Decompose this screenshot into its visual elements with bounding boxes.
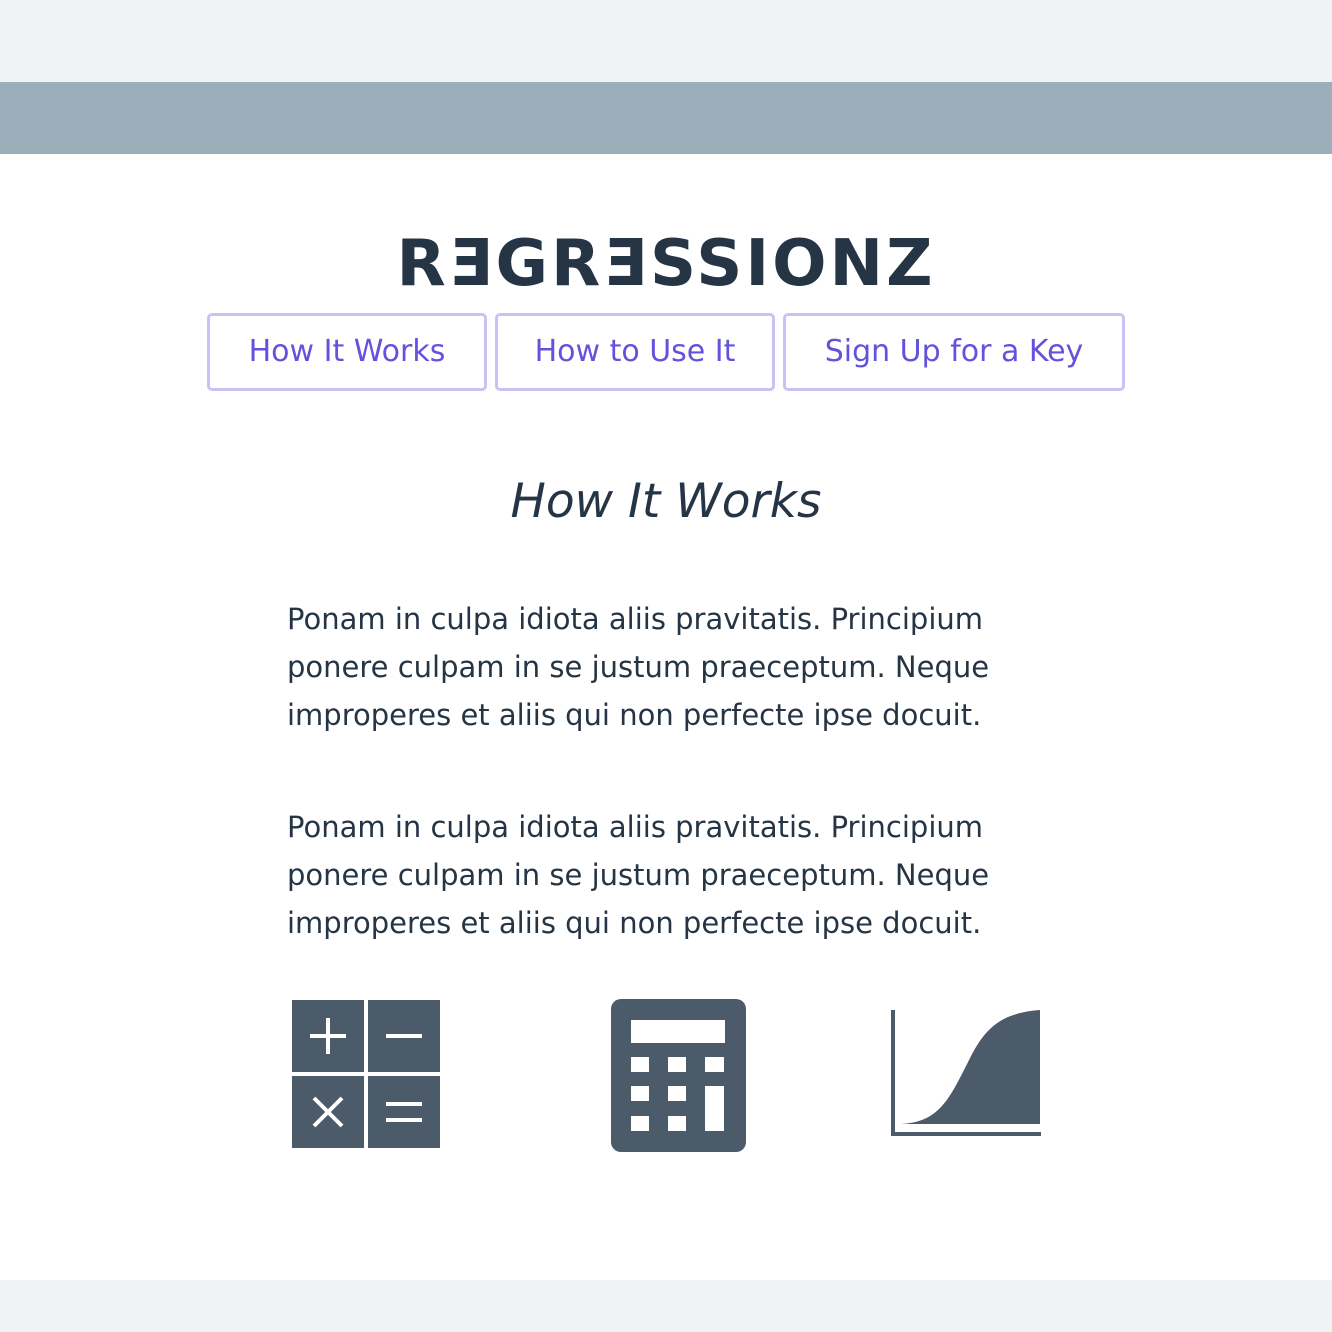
nav-button-how-to-use-it[interactable]: How to Use It: [495, 313, 775, 391]
nav-button-how-it-works[interactable]: How It Works: [207, 313, 487, 391]
paragraph-1: Ponam in culpa idiota aliis pravitatis. …: [287, 602, 990, 732]
math-operations-icon: [292, 1000, 440, 1148]
calculator-icon: [611, 999, 746, 1152]
top-bar: [0, 82, 1332, 154]
page-top-margin: [0, 0, 1332, 82]
main-content: RƎGRƎSSIONZ How It Works How to Use It S…: [0, 154, 1332, 1280]
site-logo[interactable]: RƎGRƎSSIONZ: [0, 226, 1332, 302]
nav-button-sign-up[interactable]: Sign Up for a Key: [783, 313, 1125, 391]
growth-curve-icon: [891, 1010, 1041, 1136]
section-title: How It Works: [510, 474, 822, 529]
footer-bar: [0, 1280, 1332, 1332]
paragraph-2: Ponam in culpa idiota aliis pravitatis. …: [287, 810, 990, 940]
